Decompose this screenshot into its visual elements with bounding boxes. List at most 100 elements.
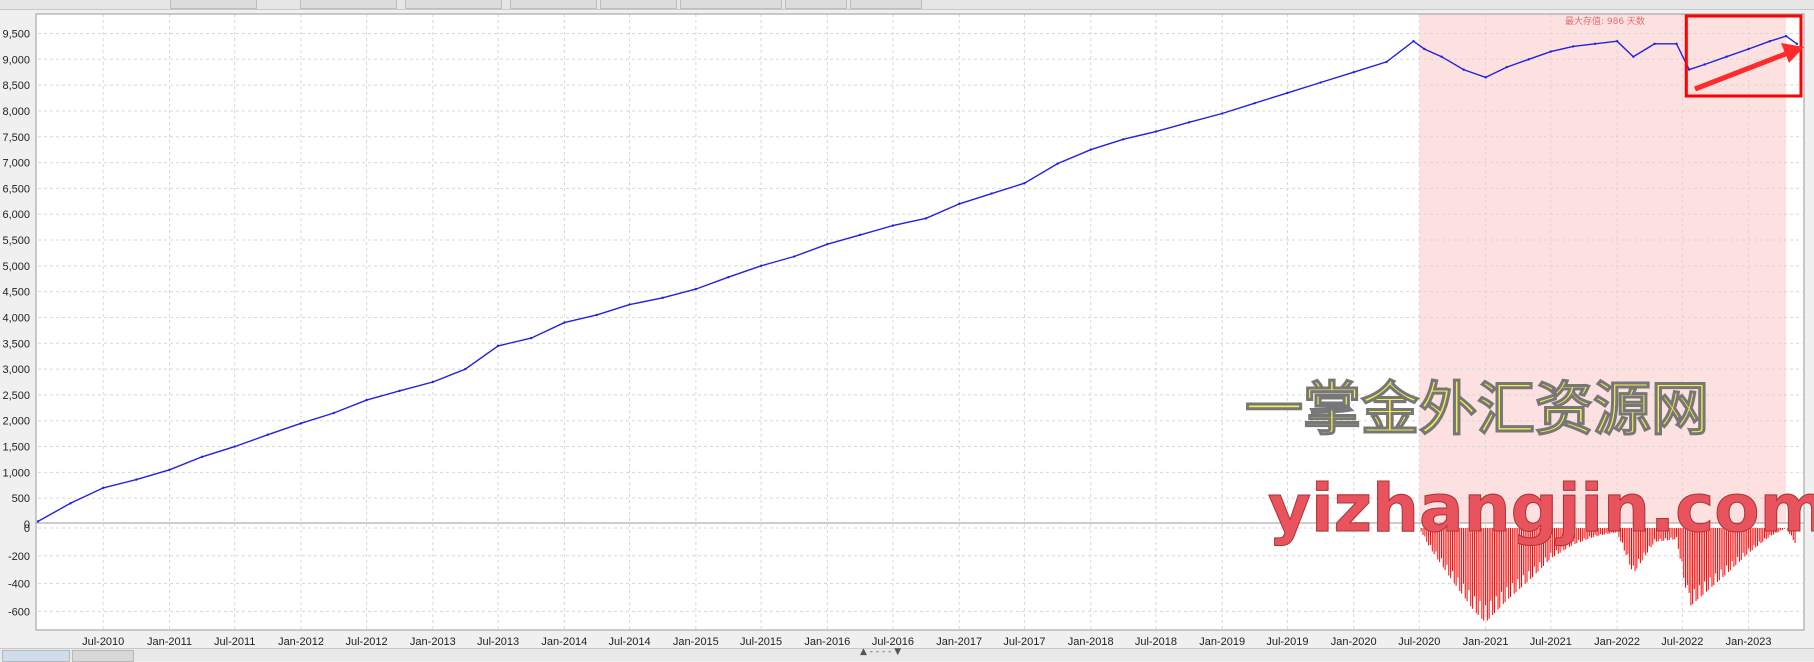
equity-y-tick-label: 4,000 — [2, 312, 30, 324]
x-tick-label: Jul-2019 — [1266, 636, 1308, 647]
equity-y-tick-label: 7,500 — [2, 132, 30, 144]
equity-y-tick-label: 8,000 — [2, 106, 30, 118]
x-tick-label: Jan-2012 — [278, 636, 324, 647]
equity-point — [1286, 91, 1289, 95]
equity-point — [1187, 121, 1191, 124]
equity-point — [759, 264, 763, 268]
equity-point — [1571, 45, 1575, 48]
equity-point — [1423, 47, 1426, 51]
equity-y-tick-label: 2,500 — [2, 390, 30, 402]
x-tick-label: Jul-2022 — [1661, 636, 1703, 647]
equity-point — [266, 433, 270, 436]
equity-chart: 0 500 1,000 1,500 2,000 2,500 3,000 3,500 4,000 4… — [2, 13, 1814, 647]
equity-point — [496, 344, 500, 348]
x-tick-label: Jan-2014 — [541, 636, 587, 647]
x-tick-label: Jul-2012 — [345, 636, 387, 647]
toolbar-tab-8[interactable] — [850, 0, 922, 9]
equity-point — [1089, 148, 1092, 151]
drawdown-y-tick-label: 0 — [24, 523, 30, 535]
drawdown-shade — [1419, 14, 1787, 524]
equity-point — [1385, 60, 1388, 64]
equity-point — [1675, 42, 1678, 46]
x-tick-label: Jan-2020 — [1331, 636, 1377, 647]
equity-point — [1221, 112, 1224, 115]
equity-y-tick-label: 3,000 — [2, 364, 30, 376]
x-tick-label: Jan-2018 — [1068, 636, 1114, 647]
x-tick-label: Jul-2015 — [740, 636, 782, 647]
equity-point — [431, 380, 435, 384]
x-tick-label: Jan-2023 — [1726, 636, 1772, 647]
x-tick-label: Jan-2013 — [410, 636, 456, 647]
equity-point — [1687, 68, 1691, 71]
equity-point — [1352, 71, 1355, 74]
equity-point — [332, 411, 335, 415]
equity-point — [1462, 68, 1465, 71]
x-tick-label: Jan-2022 — [1594, 636, 1640, 647]
x-tick-label: Jan-2011 — [147, 636, 192, 647]
equity-point — [365, 398, 368, 402]
x-tick-label: Jan-2015 — [673, 636, 719, 647]
equity-y-tick-label: 1,500 — [2, 442, 30, 454]
equity-point — [1632, 55, 1635, 58]
equity-point — [1593, 42, 1597, 46]
x-tick-label: Jul-2014 — [608, 636, 650, 647]
toolbar-tab-2[interactable] — [300, 0, 397, 9]
x-tick-label: Jan-2019 — [1199, 636, 1245, 647]
toolbar-tab-6[interactable] — [680, 0, 782, 9]
equity-point — [1549, 50, 1553, 53]
equity-point — [595, 313, 598, 317]
drawdown-y-tick-label: -400 — [8, 579, 30, 591]
equity-point — [826, 242, 829, 246]
x-axis: Jul-2010 Jan-2011 Jul-2011 Jan-2012 Jul-2012… — [82, 636, 1771, 647]
equity-y-tick-label: 6,000 — [2, 209, 30, 221]
equity-y-tick-label: 9,000 — [2, 54, 30, 66]
toolbar-tab-4[interactable] — [510, 0, 597, 9]
equity-point — [1023, 182, 1026, 185]
equity-point — [36, 520, 40, 523]
x-tick-label: Jan-2017 — [936, 636, 982, 647]
x-tick-label: Jan-2016 — [804, 636, 850, 647]
equity-point — [168, 468, 171, 471]
equity-y-tick-label: 3,500 — [2, 338, 30, 350]
equity-y-tick-label: 5,500 — [2, 235, 30, 247]
equity-y-tick-label: 500 — [12, 493, 30, 505]
x-tick-label: Jul-2010 — [82, 636, 124, 647]
bottom-bar — [0, 648, 1814, 662]
equity-point — [1121, 138, 1125, 141]
toolbar-tab-7[interactable] — [785, 0, 847, 9]
equity-y-axis: 05001,0001,5002,0002,5003,0003,5004,0004… — [2, 28, 30, 531]
x-tick-label: Jul-2021 — [1530, 636, 1572, 647]
equity-point — [727, 275, 730, 279]
equity-point — [200, 455, 204, 459]
x-tick-label: Jul-2020 — [1398, 636, 1440, 647]
equity-point — [69, 502, 72, 505]
toolbar-tab-5[interactable] — [600, 0, 677, 9]
equity-y-tick-label: 1,000 — [2, 467, 30, 479]
equity-point — [1615, 40, 1619, 43]
equity-y-tick-label: 8,500 — [2, 80, 30, 92]
equity-point — [793, 255, 796, 258]
equity-point — [990, 192, 993, 195]
bottom-tab-2[interactable] — [72, 650, 134, 662]
equity-point — [1795, 42, 1799, 46]
equity-y-tick-label: 5,000 — [2, 261, 30, 273]
x-tick-label: Jul-2016 — [872, 636, 914, 647]
max-drawdown-label: 最大存值: 986 天数 — [1565, 15, 1645, 27]
equity-point — [1784, 34, 1788, 38]
bottom-tab-1[interactable] — [2, 650, 70, 662]
toolbar-tab-1[interactable] — [170, 0, 257, 9]
drawdown-y-axis: 0 -200 -400 -600 — [8, 523, 30, 618]
panel-splitter-handle[interactable]: ▲ - - - - ▼ — [860, 647, 901, 657]
equity-point — [299, 422, 303, 425]
equity-point — [1747, 47, 1750, 51]
x-tick-label: Jul-2011 — [214, 636, 255, 647]
equity-point — [1253, 101, 1256, 105]
equity-point — [1154, 130, 1158, 133]
toolbar-tab-3[interactable] — [405, 0, 502, 9]
equity-point — [1725, 55, 1728, 58]
drawdown-y-tick-label: -200 — [8, 551, 30, 563]
equity-y-tick-label: 6,500 — [2, 183, 30, 195]
equity-point — [1768, 40, 1772, 43]
equity-point — [1412, 40, 1415, 43]
x-tick-label: Jul-2013 — [477, 636, 519, 647]
